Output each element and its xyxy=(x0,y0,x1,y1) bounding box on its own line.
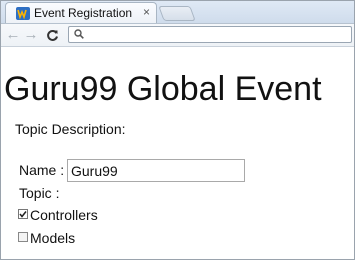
close-tab-icon[interactable]: × xyxy=(143,5,150,19)
models-label: Models xyxy=(30,230,76,246)
tab-title: Event Registration xyxy=(34,6,133,20)
forward-arrow-icon[interactable]: → xyxy=(22,26,40,44)
reload-glyph xyxy=(46,29,58,41)
reload-icon[interactable] xyxy=(43,26,61,44)
new-tab-button[interactable] xyxy=(158,6,196,21)
favicon-icon xyxy=(16,7,30,20)
name-label: Name : xyxy=(19,162,65,178)
name-input[interactable] xyxy=(67,159,245,182)
topic-description-label: Topic Description: xyxy=(15,121,126,137)
toolbar: ← → xyxy=(1,24,354,47)
models-checkbox[interactable] xyxy=(18,232,28,243)
page-title: Guru99 Global Event xyxy=(4,70,322,108)
url-input[interactable] xyxy=(87,27,347,42)
controllers-option: Controllers xyxy=(18,207,98,223)
tab-strip: Event Registration × xyxy=(1,1,354,24)
controllers-checkbox[interactable] xyxy=(18,209,28,220)
browser-window: Event Registration × ← → Guru99 Global E… xyxy=(0,0,355,260)
back-arrow-icon[interactable]: ← xyxy=(4,26,22,44)
controllers-label: Controllers xyxy=(30,207,98,223)
models-option: Models xyxy=(18,230,75,246)
tab-event-registration[interactable]: Event Registration × xyxy=(5,2,157,23)
topic-label: Topic : xyxy=(19,185,60,201)
address-bar[interactable] xyxy=(68,26,352,43)
search-icon xyxy=(74,29,84,39)
page-content: Guru99 Global Event Topic Description: N… xyxy=(1,47,354,259)
